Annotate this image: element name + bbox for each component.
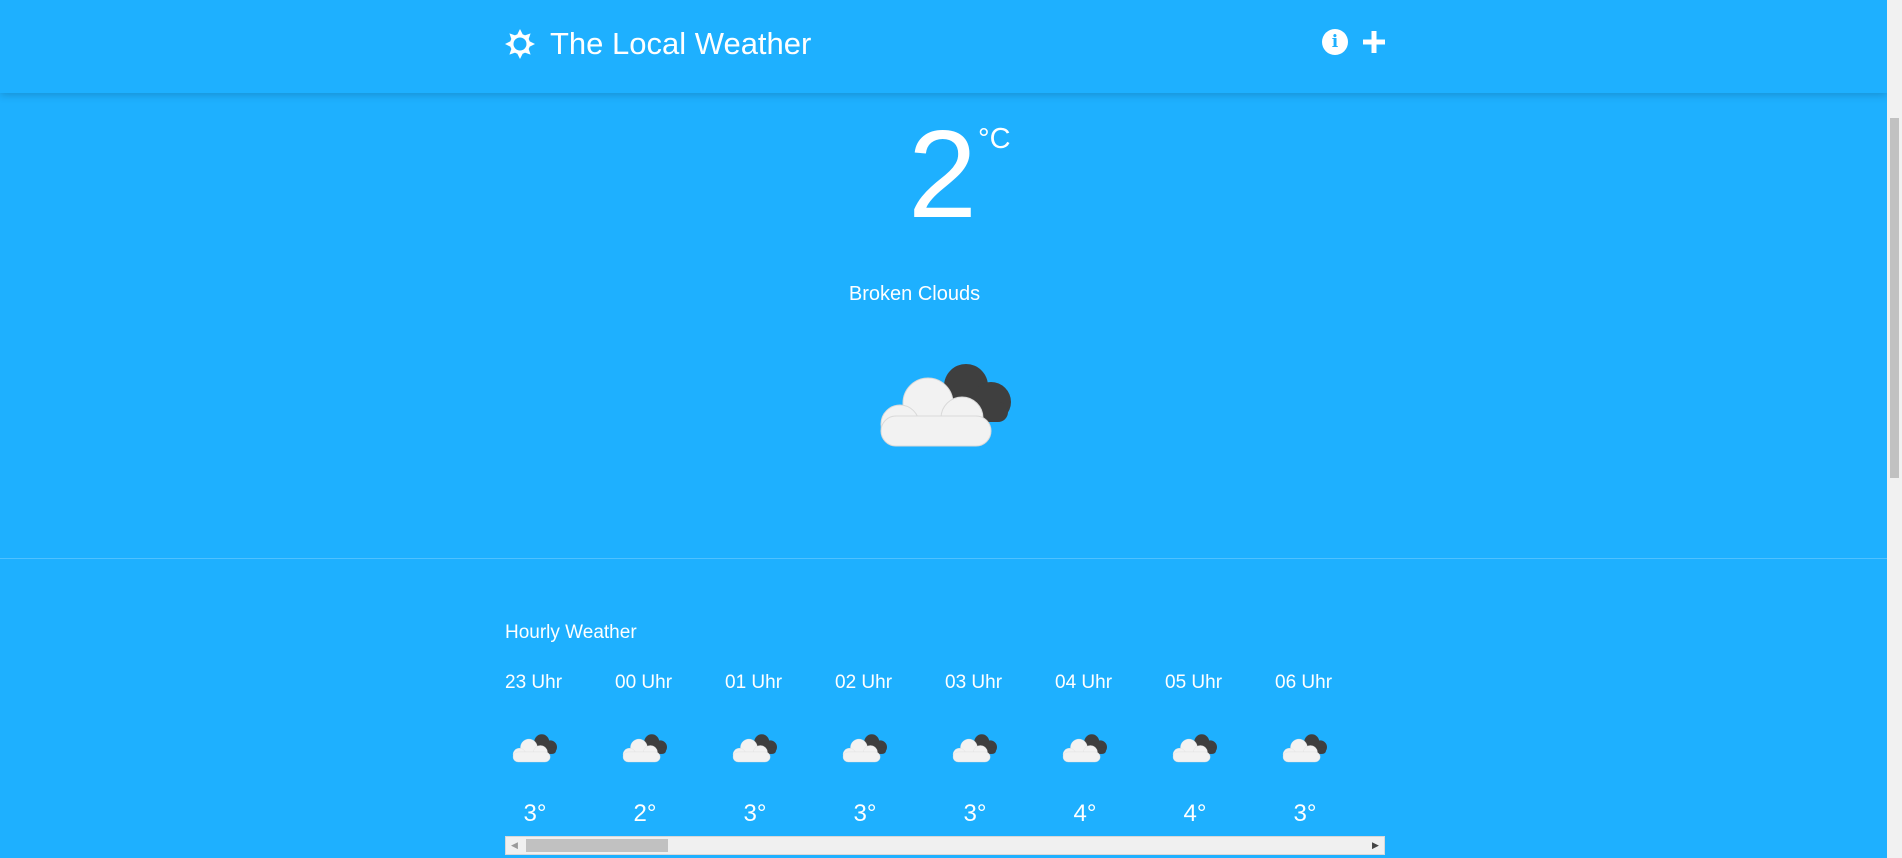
hour-temperature: 3° <box>743 800 767 827</box>
hour-temperature: 3° <box>963 800 987 827</box>
hourly-list[interactable]: 23 Uhr 3° 00 Uhr 2° 01 Uhr 3° 02 Uhr 3° … <box>505 672 1385 832</box>
brand: The Local Weather <box>504 24 811 64</box>
current-weather: 2 °C Broken Clouds <box>0 93 1887 559</box>
hourly-horizontal-scrollbar[interactable]: ◀ ▶ <box>505 836 1385 855</box>
hour-temperature: 3° <box>1293 800 1317 827</box>
hour-time: 06 Uhr <box>1275 672 1333 693</box>
hour-time: 23 Uhr <box>505 672 563 693</box>
hour-item: 23 Uhr 3° <box>505 672 615 832</box>
hour-time: 04 Uhr <box>1055 672 1113 693</box>
broken-clouds-icon <box>732 732 778 763</box>
temperature-unit: °C <box>978 123 1011 155</box>
weather-condition-label: Broken Clouds <box>848 283 981 305</box>
hour-time: 03 Uhr <box>945 672 1003 693</box>
hour-temperature: 4° <box>1183 800 1207 827</box>
current-temperature: 2 <box>908 106 977 244</box>
header-actions: i <box>1322 28 1388 56</box>
scroll-left-arrow-icon[interactable]: ◀ <box>506 837 523 854</box>
hourly-title: Hourly Weather <box>505 622 637 643</box>
hour-temperature: 3° <box>523 800 547 827</box>
hour-item: 01 Uhr 3° <box>725 672 835 832</box>
scrollbar-thumb[interactable] <box>1890 118 1899 478</box>
broken-clouds-icon <box>1062 732 1108 763</box>
hour-time: 00 Uhr <box>615 672 673 693</box>
hour-item: 05 Uhr 4° <box>1165 672 1275 832</box>
broken-clouds-icon <box>1172 732 1218 763</box>
broken-clouds-icon <box>512 732 558 763</box>
app-viewport: The Local Weather i 2 °C Broken Clouds H… <box>0 0 1887 858</box>
hour-item: 03 Uhr 3° <box>945 672 1055 832</box>
hour-temperature: 2° <box>633 800 657 827</box>
hour-temperature: 4° <box>1073 800 1097 827</box>
broken-clouds-icon <box>1282 732 1328 763</box>
weather-condition: Broken Clouds <box>0 283 1887 306</box>
plus-icon[interactable] <box>1360 28 1388 56</box>
hour-time: 05 Uhr <box>1165 672 1223 693</box>
hour-time: 01 Uhr <box>725 672 783 693</box>
scroll-right-arrow-icon[interactable]: ▶ <box>1367 837 1384 854</box>
hour-item: 02 Uhr 3° <box>835 672 945 832</box>
hour-item: 06 Uhr 3° <box>1275 672 1385 832</box>
broken-clouds-icon <box>952 732 998 763</box>
sun-icon <box>505 29 535 59</box>
broken-clouds-icon <box>842 732 888 763</box>
app-title: The Local Weather <box>550 26 812 61</box>
broken-clouds-icon <box>878 358 1014 448</box>
hour-time: 02 Uhr <box>835 672 893 693</box>
info-icon[interactable]: i <box>1322 29 1348 55</box>
hour-item: 04 Uhr 4° <box>1055 672 1165 832</box>
hourly-weather: Hourly Weather 23 Uhr 3° 00 Uhr 2° 01 Uh… <box>505 622 1385 827</box>
hour-temperature: 3° <box>853 800 877 827</box>
app-header: The Local Weather i <box>0 0 1887 93</box>
page-vertical-scrollbar[interactable] <box>1887 0 1902 858</box>
broken-clouds-icon <box>622 732 668 763</box>
scrollbar-thumb[interactable] <box>526 839 668 852</box>
hour-item: 00 Uhr 2° <box>615 672 725 832</box>
